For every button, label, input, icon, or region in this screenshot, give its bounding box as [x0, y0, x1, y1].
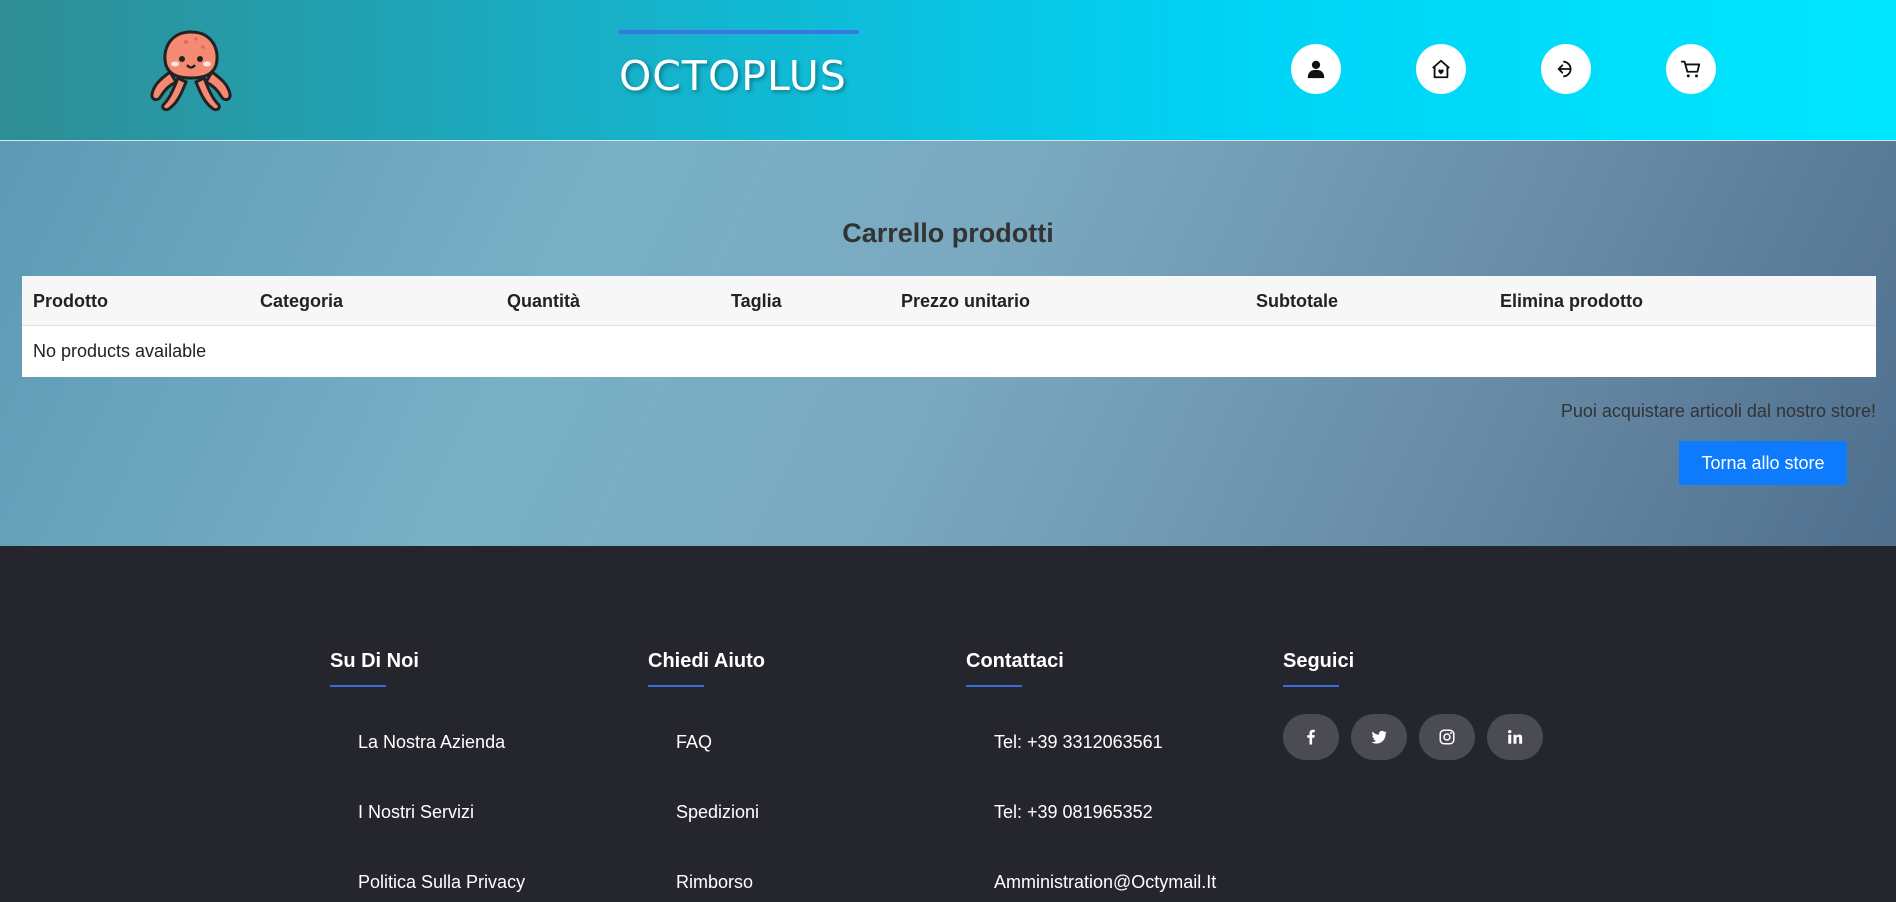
footer-link[interactable]: Tel: +39 081965352 [966, 802, 1226, 872]
logout-icon [1557, 60, 1572, 78]
store-hint: Puoi acquistare articoli dal nostro stor… [1560, 401, 1876, 421]
footer-link[interactable]: FAQ [648, 732, 908, 802]
column-header-category: Categoria [260, 291, 344, 311]
table-header: Prodotto Categoria Quantità Taglia Prezz… [22, 276, 1876, 326]
home-button[interactable] [1416, 44, 1466, 94]
page-title: Carrello prodotti [842, 218, 1054, 248]
column-header-unit-price: Prezzo unitario [901, 291, 1031, 311]
profile-button[interactable] [1291, 44, 1341, 94]
footer-link[interactable]: Spedizioni [648, 802, 908, 872]
logout-button[interactable] [1541, 44, 1591, 94]
brand-title: OCTOPLUS [619, 52, 847, 100]
cart-table: Prodotto Categoria Quantità Taglia Prezz… [22, 276, 1876, 377]
cart-button[interactable] [1666, 44, 1716, 94]
footer-link[interactable]: I Nostri Servizi [330, 802, 590, 872]
empty-message: No products available [33, 341, 207, 361]
home-heart-icon [1432, 59, 1450, 79]
footer-column-help: Chiedi Aiuto FAQ Spedizioni Rimborso [648, 650, 908, 902]
user-icon [1307, 60, 1325, 79]
footer-link[interactable]: Tel: +39 3312063561 [966, 732, 1226, 802]
footer-heading: Su Di Noi [330, 650, 590, 687]
twitter-icon [1371, 730, 1387, 744]
column-header-size: Taglia [731, 291, 782, 311]
twitter-link[interactable] [1351, 714, 1407, 760]
footer-link[interactable]: Rimborso [648, 872, 908, 902]
footer-column-contact: Contattaci Tel: +39 3312063561 Tel: +39 … [966, 650, 1226, 902]
footer-link[interactable]: Amministration@Octymail.It [966, 872, 1226, 902]
social-links [1283, 714, 1583, 760]
octopus-logo[interactable] [148, 26, 234, 112]
footer-heading: Contattaci [966, 650, 1226, 687]
site-footer: Su Di Noi La Nostra Azienda I Nostri Ser… [0, 546, 1896, 902]
cart-icon [1680, 60, 1701, 78]
footer-heading: Chiedi Aiuto [648, 650, 908, 687]
linkedin-link[interactable] [1487, 714, 1543, 760]
column-header-delete: Elimina prodotto [1500, 291, 1643, 311]
brand: OCTOPLUS [619, 30, 859, 100]
back-to-store-button[interactable]: Torna allo store [1679, 441, 1847, 485]
footer-link[interactable]: Politica Sulla Privacy [330, 872, 590, 902]
cart-section: Carrello prodotti Prodotto Categoria Qua… [0, 141, 1896, 546]
column-header-subtotal: Subtotale [1256, 291, 1339, 311]
facebook-icon [1307, 729, 1315, 745]
instagram-icon [1439, 729, 1455, 745]
footer-column-about: Su Di Noi La Nostra Azienda I Nostri Ser… [330, 650, 590, 902]
column-header-quantity: Quantità [507, 291, 581, 311]
linkedin-icon [1508, 729, 1523, 744]
column-header-product: Prodotto [33, 291, 108, 311]
site-header: OCTOPLUS [0, 0, 1896, 141]
footer-heading: Seguici [1283, 650, 1583, 687]
footer-link[interactable]: La Nostra Azienda [330, 732, 590, 802]
instagram-link[interactable] [1419, 714, 1475, 760]
table-row: No products available [22, 326, 1876, 377]
facebook-link[interactable] [1283, 714, 1339, 760]
footer-column-follow: Seguici [1283, 650, 1583, 760]
